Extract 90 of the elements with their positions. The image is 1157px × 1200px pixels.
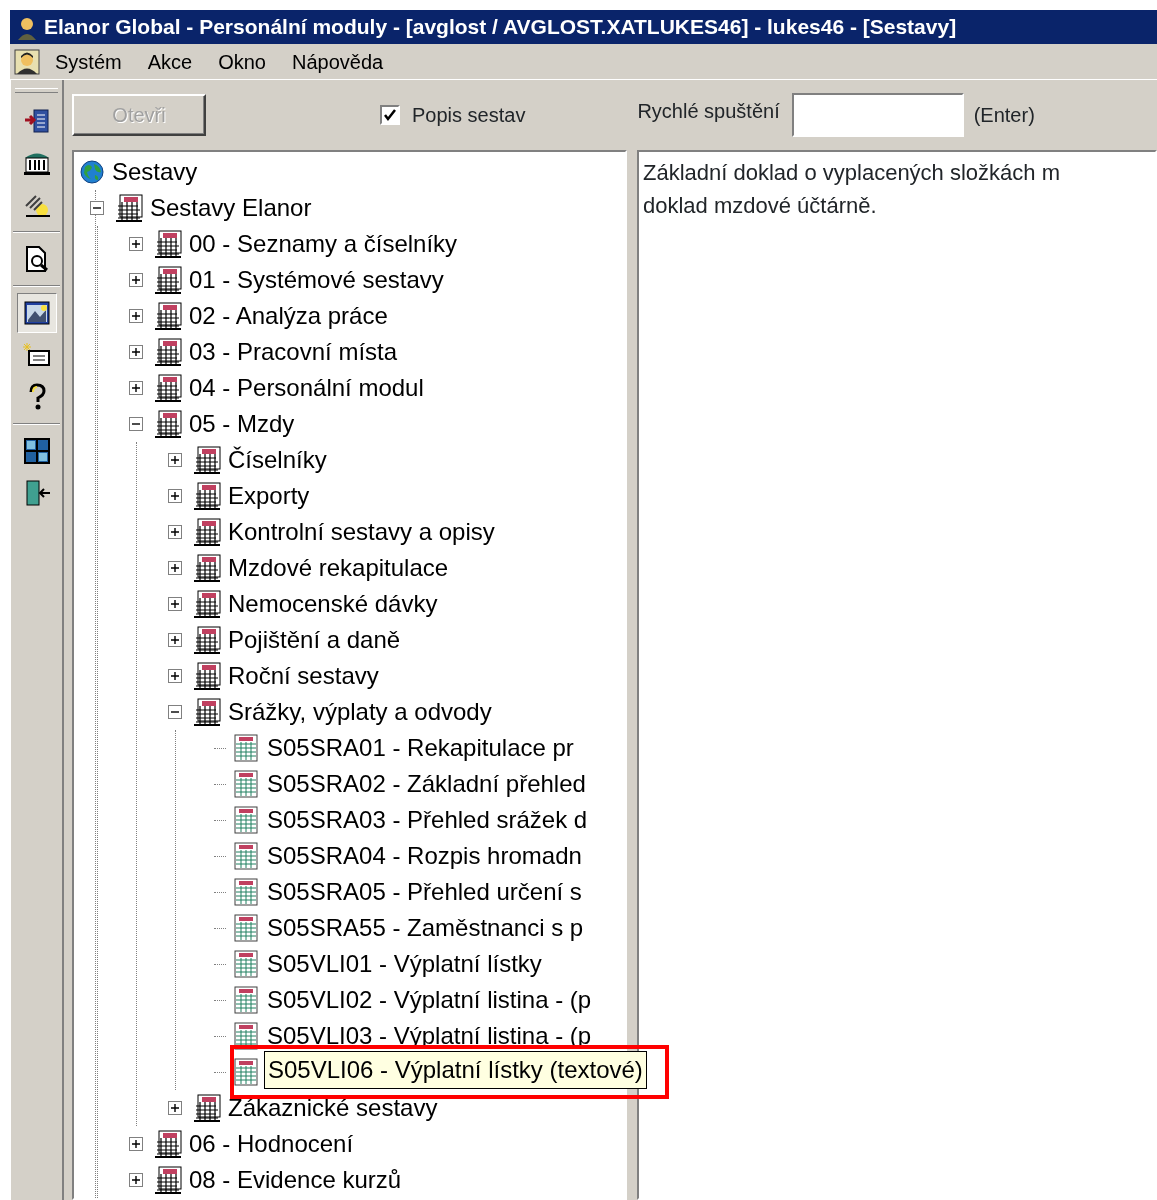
tree-item-label[interactable]: S05SRA55 - Zaměstnanci s p [264, 910, 587, 946]
window-icon [21, 436, 52, 466]
report-folder-icon [193, 554, 221, 582]
report-folder-icon [154, 338, 182, 366]
expander-icon[interactable] [168, 453, 182, 467]
tree-item-label[interactable]: 00 - Seznamy a číselníky [186, 226, 461, 262]
report-folder-icon [193, 590, 221, 618]
report-folder-icon [154, 266, 182, 294]
tree-item-label[interactable]: 04 - Personální modul [186, 370, 427, 406]
expander-icon[interactable] [168, 525, 182, 539]
report-folder-icon [154, 1166, 182, 1194]
tooltip: S05VLI06 - Výplatní lístky (textové) [264, 1051, 647, 1089]
report-folder-icon [193, 626, 221, 654]
report-folder-icon [193, 482, 221, 510]
user-avatar-icon[interactable] [14, 48, 40, 75]
menu-item[interactable]: Okno [207, 46, 277, 77]
checkbox[interactable] [380, 105, 400, 125]
report-sheet-icon [232, 950, 260, 978]
expander-icon[interactable] [168, 561, 182, 575]
tree-item-label[interactable]: 05 - Mzdy [186, 406, 298, 442]
tree-item-label[interactable]: 02 - Analýza práce [186, 298, 391, 334]
description-text: Základní doklad o vyplacených složkách m [643, 159, 1061, 187]
report-folder-icon [193, 446, 221, 474]
report-sheet-icon [232, 878, 260, 906]
expander-icon[interactable] [168, 669, 182, 683]
expander-icon[interactable] [90, 201, 104, 215]
menu-item[interactable]: Nápověda [280, 46, 395, 77]
expander-icon[interactable] [129, 1173, 143, 1187]
tree-item-label[interactable]: 03 - Pracovní místa [186, 334, 401, 370]
expander-icon[interactable] [168, 705, 182, 719]
expander-icon[interactable] [129, 345, 143, 359]
tree-item-label[interactable]: 06 - Hodnocení [186, 1126, 357, 1162]
tree-item-label[interactable]: Sestavy [109, 154, 201, 190]
hint-text: (Enter) [973, 103, 1035, 128]
tree-item-label[interactable]: S05VLI01 - Výplatní lístky [264, 946, 545, 982]
expander-icon[interactable] [129, 309, 143, 323]
report-folder-icon [193, 662, 221, 690]
quick-launch-field[interactable] [791, 93, 964, 137]
description-text: doklad mzdové účtárně. [643, 192, 878, 220]
expander-icon[interactable] [129, 381, 143, 395]
field-label: Rychlé spuštění [637, 99, 780, 124]
report-folder-icon [154, 374, 182, 402]
tree-item-label[interactable]: Nemocenské dávky [225, 586, 441, 622]
report-folder-icon [154, 302, 182, 330]
tree-item-label[interactable]: Sestavy Elanor [147, 190, 315, 226]
tree-item-label[interactable]: S05SRA03 - Přehled srážek d [264, 802, 591, 838]
expander-icon[interactable] [129, 1137, 143, 1151]
report-sheet-icon [232, 1058, 260, 1086]
report-folder-icon [154, 230, 182, 258]
tree-item-label[interactable]: Číselníky [225, 442, 330, 478]
window-title: Elanor Global - Personální moduly - [avglost / AVGLOST.XATLUKES46] - lukes46 - [Sestavy] [44, 14, 957, 41]
expander-icon[interactable] [168, 489, 182, 503]
report-sheet-icon [232, 734, 260, 762]
tree-item-label[interactable]: S05SRA02 - Základní přehled [264, 766, 589, 802]
report-folder-icon [193, 518, 221, 546]
tree-item-label[interactable]: Pojištění a daně [225, 622, 404, 658]
menu-item[interactable]: Akce [136, 46, 204, 77]
tree-item-label[interactable]: 01 - Systémové sestavy [186, 262, 447, 298]
tree-item-label[interactable]: Kontrolní sestavy a opisy [225, 514, 498, 550]
report-sheet-icon [232, 914, 260, 942]
tree-item-label[interactable]: Srážky, výplaty a odvody [225, 694, 495, 730]
report-folder-icon [154, 410, 182, 438]
tree-item-label[interactable]: Zákaznické sestavy [225, 1090, 441, 1126]
expander-icon[interactable] [168, 597, 182, 611]
expander-icon[interactable] [168, 1101, 182, 1115]
picture-icon [21, 298, 52, 328]
report-sheet-icon [232, 986, 260, 1014]
tree-item-label[interactable]: Exporty [225, 478, 313, 514]
report-sheet-icon [232, 770, 260, 798]
tree-item-label[interactable]: S05SRA05 - Přehled určení s [264, 874, 585, 910]
tree-item-label[interactable]: S05SRA01 - Rekapitulace pr [264, 730, 577, 766]
toolbar-button[interactable] [16, 293, 57, 333]
expander-icon[interactable] [168, 633, 182, 647]
tree-item-label[interactable]: 08 - Evidence kurzů [186, 1162, 405, 1198]
tree-item-label[interactable]: Mzdové rekapitulace [225, 550, 452, 586]
report-sheet-icon [232, 842, 260, 870]
tree-item-label[interactable]: Roční sestavy [225, 658, 382, 694]
globe-icon [79, 159, 105, 185]
tree-item-label[interactable]: S05SRA04 - Rozpis hromadn [264, 838, 585, 874]
tree-item-label[interactable]: S05VLI02 - Výplatní listina - (p [264, 982, 595, 1018]
report-folder-icon [193, 1094, 221, 1122]
menu-item[interactable]: Systém [44, 46, 133, 77]
report-folder-icon [115, 194, 143, 222]
expander-icon[interactable] [129, 417, 143, 431]
report-sheet-icon [232, 806, 260, 834]
report-folder-icon [154, 1130, 182, 1158]
expander-icon[interactable] [129, 273, 143, 287]
checkbox-label: Popis sestav [412, 103, 526, 128]
report-folder-icon [193, 698, 221, 726]
expander-icon[interactable] [129, 237, 143, 251]
